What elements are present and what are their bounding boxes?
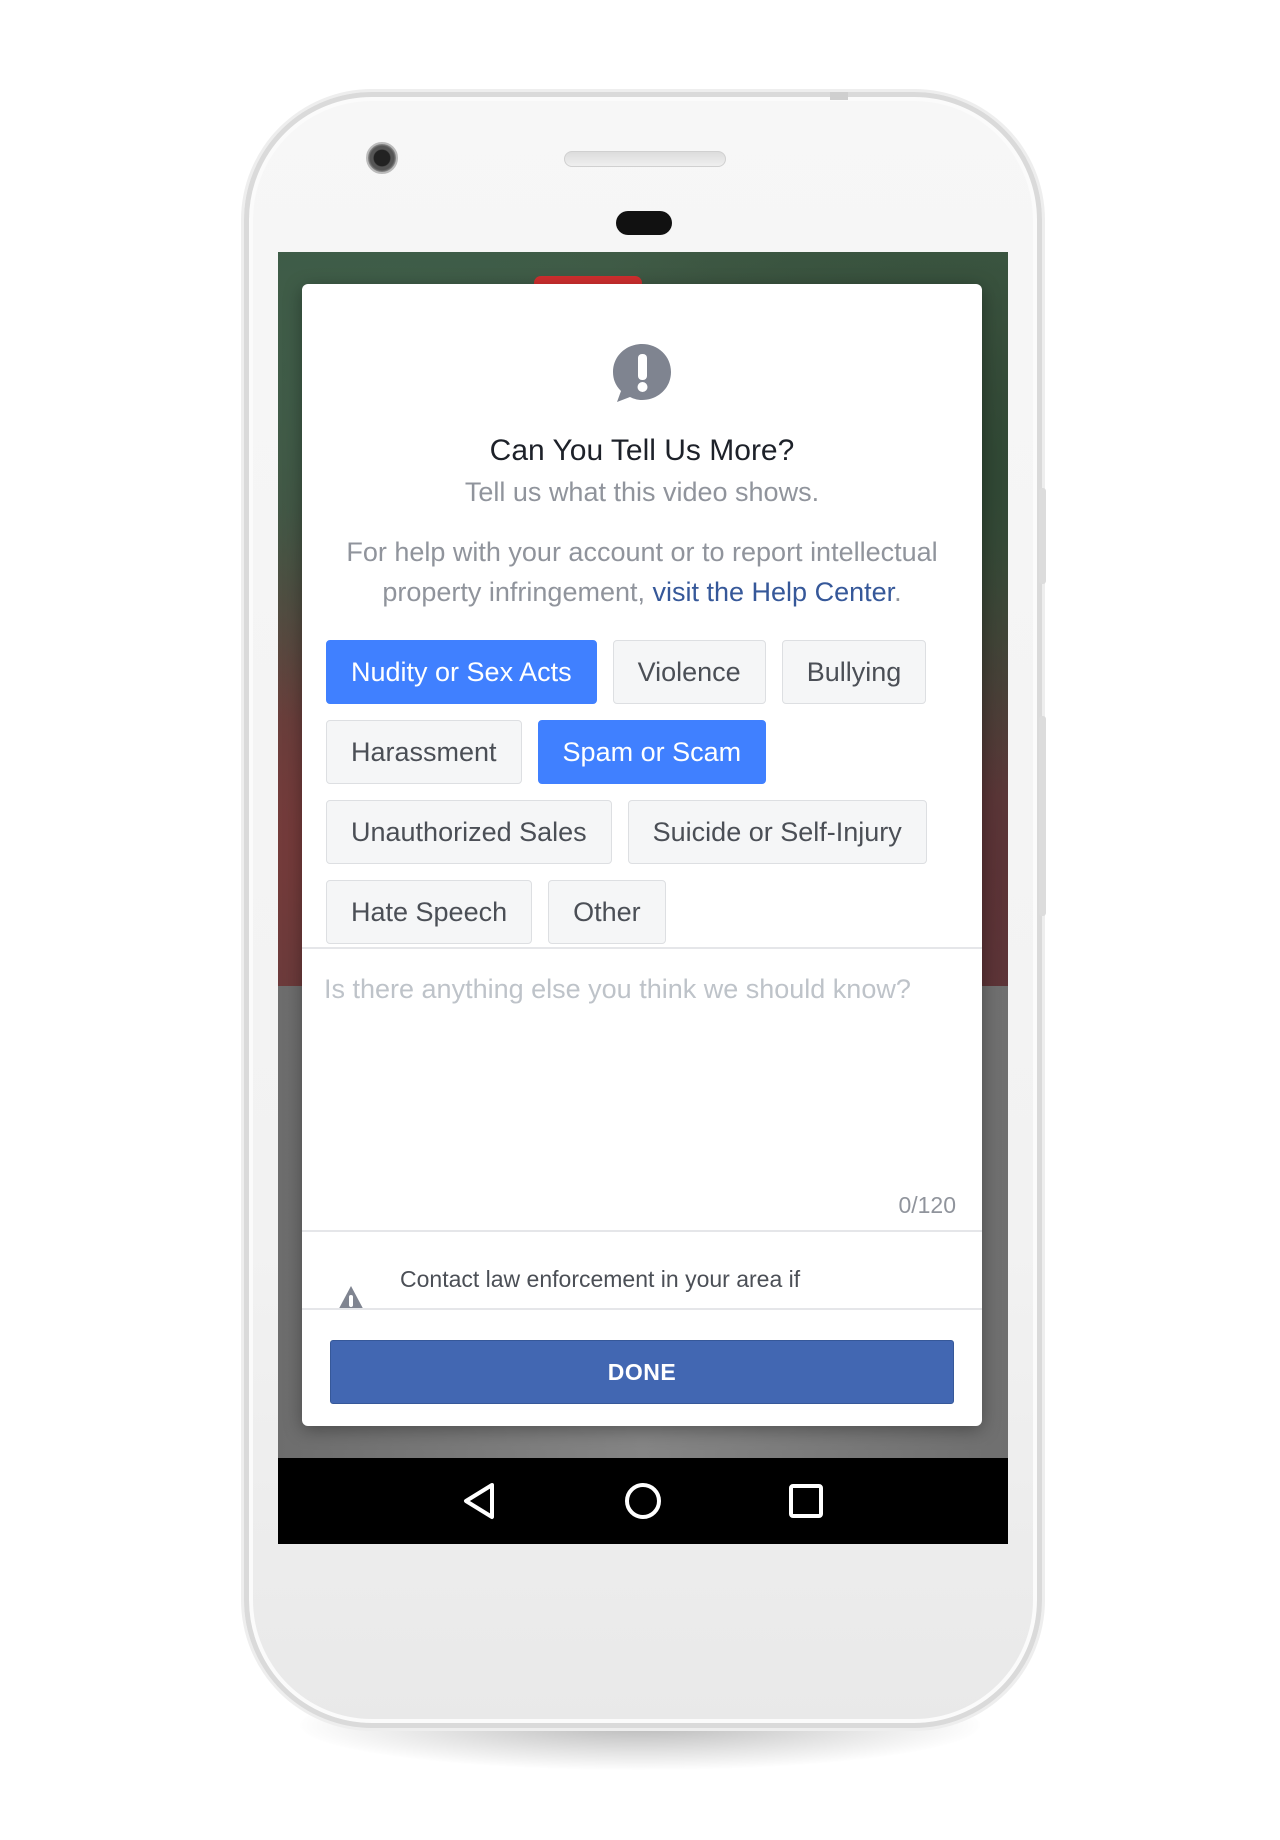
done-button[interactable]: DONE bbox=[330, 1340, 954, 1404]
option-unauthorized-sales[interactable]: Unauthorized Sales bbox=[326, 800, 612, 864]
option-row: Harassment Spam or Scam bbox=[326, 720, 966, 784]
back-triangle-icon bbox=[463, 1483, 494, 1519]
option-harassment[interactable]: Harassment bbox=[326, 720, 522, 784]
proximity-sensor bbox=[616, 211, 672, 235]
option-spam-or-scam[interactable]: Spam or Scam bbox=[537, 720, 767, 784]
help-text: For help with your account or to report … bbox=[322, 532, 962, 612]
divider bbox=[302, 947, 982, 949]
dialog-subtitle: Tell us what this video shows. bbox=[464, 477, 820, 507]
nav-recents-button[interactable] bbox=[776, 1471, 836, 1531]
law-enforcement-notice[interactable]: Contact law enforcement in your area if bbox=[302, 1244, 982, 1308]
divider bbox=[302, 1308, 982, 1310]
nav-back-button[interactable] bbox=[450, 1471, 510, 1531]
report-dialog: Can You Tell Us More? Tell us what this … bbox=[302, 284, 982, 1426]
option-suicide-or-self-injury[interactable]: Suicide or Self-Injury bbox=[627, 800, 927, 864]
recents-square-icon bbox=[789, 1484, 824, 1518]
exclamation-speech-bubble-icon bbox=[613, 344, 671, 402]
earpiece-speaker bbox=[564, 151, 726, 167]
dialog-title: Can You Tell Us More? bbox=[489, 434, 795, 467]
option-bullying[interactable]: Bullying bbox=[781, 640, 927, 704]
help-center-link[interactable]: visit the Help Center bbox=[653, 577, 895, 607]
option-row: Unauthorized Sales Suicide or Self-Injur… bbox=[326, 800, 966, 864]
home-circle-icon bbox=[624, 1483, 661, 1519]
option-row: Nudity or Sex Acts Violence Bullying bbox=[326, 640, 966, 704]
option-hate-speech[interactable]: Hate Speech bbox=[326, 880, 533, 944]
phone-side-button bbox=[1039, 488, 1046, 584]
details-input[interactable] bbox=[324, 974, 960, 1154]
character-counter: 0/120 bbox=[898, 1192, 956, 1218]
option-violence[interactable]: Violence bbox=[612, 640, 766, 704]
option-nudity-or-sex-acts[interactable]: Nudity or Sex Acts bbox=[326, 640, 597, 704]
android-nav-bar bbox=[278, 1458, 1008, 1544]
phone-screen: Can You Tell Us More? Tell us what this … bbox=[278, 252, 1008, 1544]
divider bbox=[302, 1230, 982, 1232]
notice-text: Contact law enforcement in your area if bbox=[400, 1266, 801, 1292]
category-options: Nudity or Sex Acts Violence Bullying Har… bbox=[326, 640, 966, 960]
option-row: Hate Speech Other bbox=[326, 880, 966, 944]
front-camera bbox=[366, 142, 398, 174]
phone-top-seam bbox=[830, 92, 848, 100]
phone-volume-button bbox=[1039, 716, 1046, 916]
warning-triangle-icon bbox=[339, 1286, 363, 1308]
help-text-suffix: . bbox=[894, 577, 902, 607]
nav-home-button[interactable] bbox=[613, 1471, 673, 1531]
option-other[interactable]: Other bbox=[548, 880, 666, 944]
